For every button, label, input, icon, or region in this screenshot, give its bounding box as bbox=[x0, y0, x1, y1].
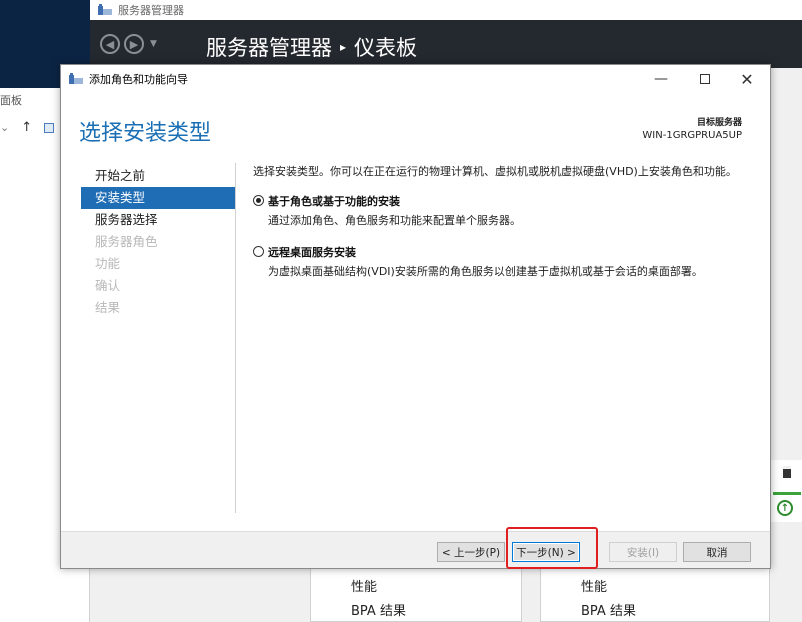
dashboard-tile: 性能 BPA 结果 bbox=[540, 568, 770, 622]
target-server: 目标服务器 WIN-1GRGPRUA5UP bbox=[642, 115, 742, 141]
option-remote-desktop[interactable]: 远程桌面服务安装 为虚拟桌面基础结构(VDI)安装所需的角色服务以创建基于虚拟机… bbox=[253, 244, 753, 279]
option-role-based[interactable]: 基于角色或基于功能的安装 通过添加角色、角色服务和功能来配置单个服务器。 bbox=[253, 193, 753, 228]
history-dropdown-icon[interactable]: ▼ bbox=[150, 39, 157, 49]
explorer-title: 面板 bbox=[0, 94, 22, 107]
status-up-icon: ↑ bbox=[777, 500, 793, 516]
maximize-icon[interactable] bbox=[683, 65, 727, 93]
step-results: 结果 bbox=[95, 300, 121, 315]
status-line bbox=[773, 492, 801, 495]
role-based-label[interactable]: 基于角色或基于功能的安装 bbox=[268, 193, 753, 209]
previous-button[interactable]: < 上一步(P) bbox=[437, 542, 505, 562]
tile-performance-link[interactable]: 性能 bbox=[351, 576, 377, 595]
remote-desktop-label[interactable]: 远程桌面服务安装 bbox=[268, 244, 753, 260]
step-installation-type[interactable]: 安装类型 bbox=[81, 187, 235, 209]
breadcrumb: 服务器管理器 ▸ 仪表板 bbox=[206, 32, 417, 62]
minimize-icon[interactable]: — bbox=[639, 65, 683, 93]
install-button: 安装(I) bbox=[609, 542, 677, 562]
target-server-value: WIN-1GRGPRUA5UP bbox=[642, 130, 742, 141]
installation-type-description: 选择安装类型。你可以在正在运行的物理计算机、虚拟机或脱机虚拟硬盘(VHD)上安装… bbox=[253, 165, 737, 178]
dashboard-tile: 性能 BPA 结果 bbox=[310, 568, 522, 622]
role-based-radio[interactable] bbox=[253, 195, 264, 206]
right-edge-panel: ↑ bbox=[770, 460, 802, 522]
step-server-selection[interactable]: 服务器选择 bbox=[81, 209, 235, 231]
breadcrumb-separator: ▸ bbox=[340, 40, 347, 54]
forward-arrow-icon[interactable]: ▶ bbox=[124, 34, 144, 54]
step-server-roles: 服务器角色 bbox=[95, 234, 158, 249]
wizard-steps: 开始之前 安装类型 服务器选择 服务器角色 功能 确认 结果 bbox=[81, 165, 235, 319]
breadcrumb-app[interactable]: 服务器管理器 bbox=[206, 32, 332, 62]
wizard-footer: < 上一步(P) 下一步(N) > 安装(I) 取消 bbox=[61, 531, 770, 568]
step-confirmation: 确认 bbox=[95, 278, 121, 293]
server-manager-header: ◀ ▶ ▼ 服务器管理器 ▸ 仪表板 bbox=[90, 20, 802, 68]
up-arrow-icon[interactable]: ↑ bbox=[21, 120, 32, 135]
next-button-highlight bbox=[506, 527, 598, 569]
wizard-app-icon bbox=[69, 73, 83, 84]
back-arrow-icon[interactable]: ◀ bbox=[100, 34, 120, 54]
step-before-you-begin[interactable]: 开始之前 bbox=[81, 165, 235, 187]
history-nav: ◀ ▶ ▼ bbox=[100, 34, 157, 54]
target-server-label: 目标服务器 bbox=[696, 118, 742, 128]
remote-desktop-radio[interactable] bbox=[253, 246, 264, 257]
tile-bpa-link[interactable]: BPA 结果 bbox=[351, 600, 406, 619]
explorer-nav: ⌄ ↑ bbox=[0, 120, 55, 135]
chevron-down-icon[interactable]: ⌄ bbox=[0, 121, 9, 134]
server-manager-title: 服务器管理器 bbox=[118, 4, 184, 17]
add-roles-wizard-dialog: 添加角色和功能向导 — ✕ 选择安装类型 目标服务器 WIN-1GRGPRUA5… bbox=[60, 64, 771, 569]
drive-icon bbox=[44, 122, 55, 133]
role-based-desc: 通过添加角色、角色服务和功能来配置单个服务器。 bbox=[268, 214, 521, 227]
tile-bpa-link[interactable]: BPA 结果 bbox=[581, 600, 636, 619]
close-icon[interactable]: ✕ bbox=[725, 65, 769, 93]
page-title: 选择安装类型 bbox=[79, 121, 212, 146]
server-manager-icon bbox=[98, 4, 112, 15]
cancel-button[interactable]: 取消 bbox=[683, 542, 751, 562]
breadcrumb-page: 仪表板 bbox=[354, 36, 418, 60]
tile-performance-link[interactable]: 性能 bbox=[581, 576, 607, 595]
server-icon bbox=[783, 466, 791, 478]
step-features: 功能 bbox=[95, 256, 121, 271]
steps-divider bbox=[235, 163, 236, 513]
server-manager-titlebar: 服务器管理器 bbox=[90, 0, 802, 20]
remote-desktop-desc: 为虚拟桌面基础结构(VDI)安装所需的角色服务以创建基于虚拟机或基于会话的桌面部… bbox=[268, 265, 703, 278]
wizard-title: 添加角色和功能向导 bbox=[89, 73, 188, 86]
wizard-content: 选择安装类型。你可以在正在运行的物理计算机、虚拟机或脱机虚拟硬盘(VHD)上安装… bbox=[253, 163, 753, 279]
